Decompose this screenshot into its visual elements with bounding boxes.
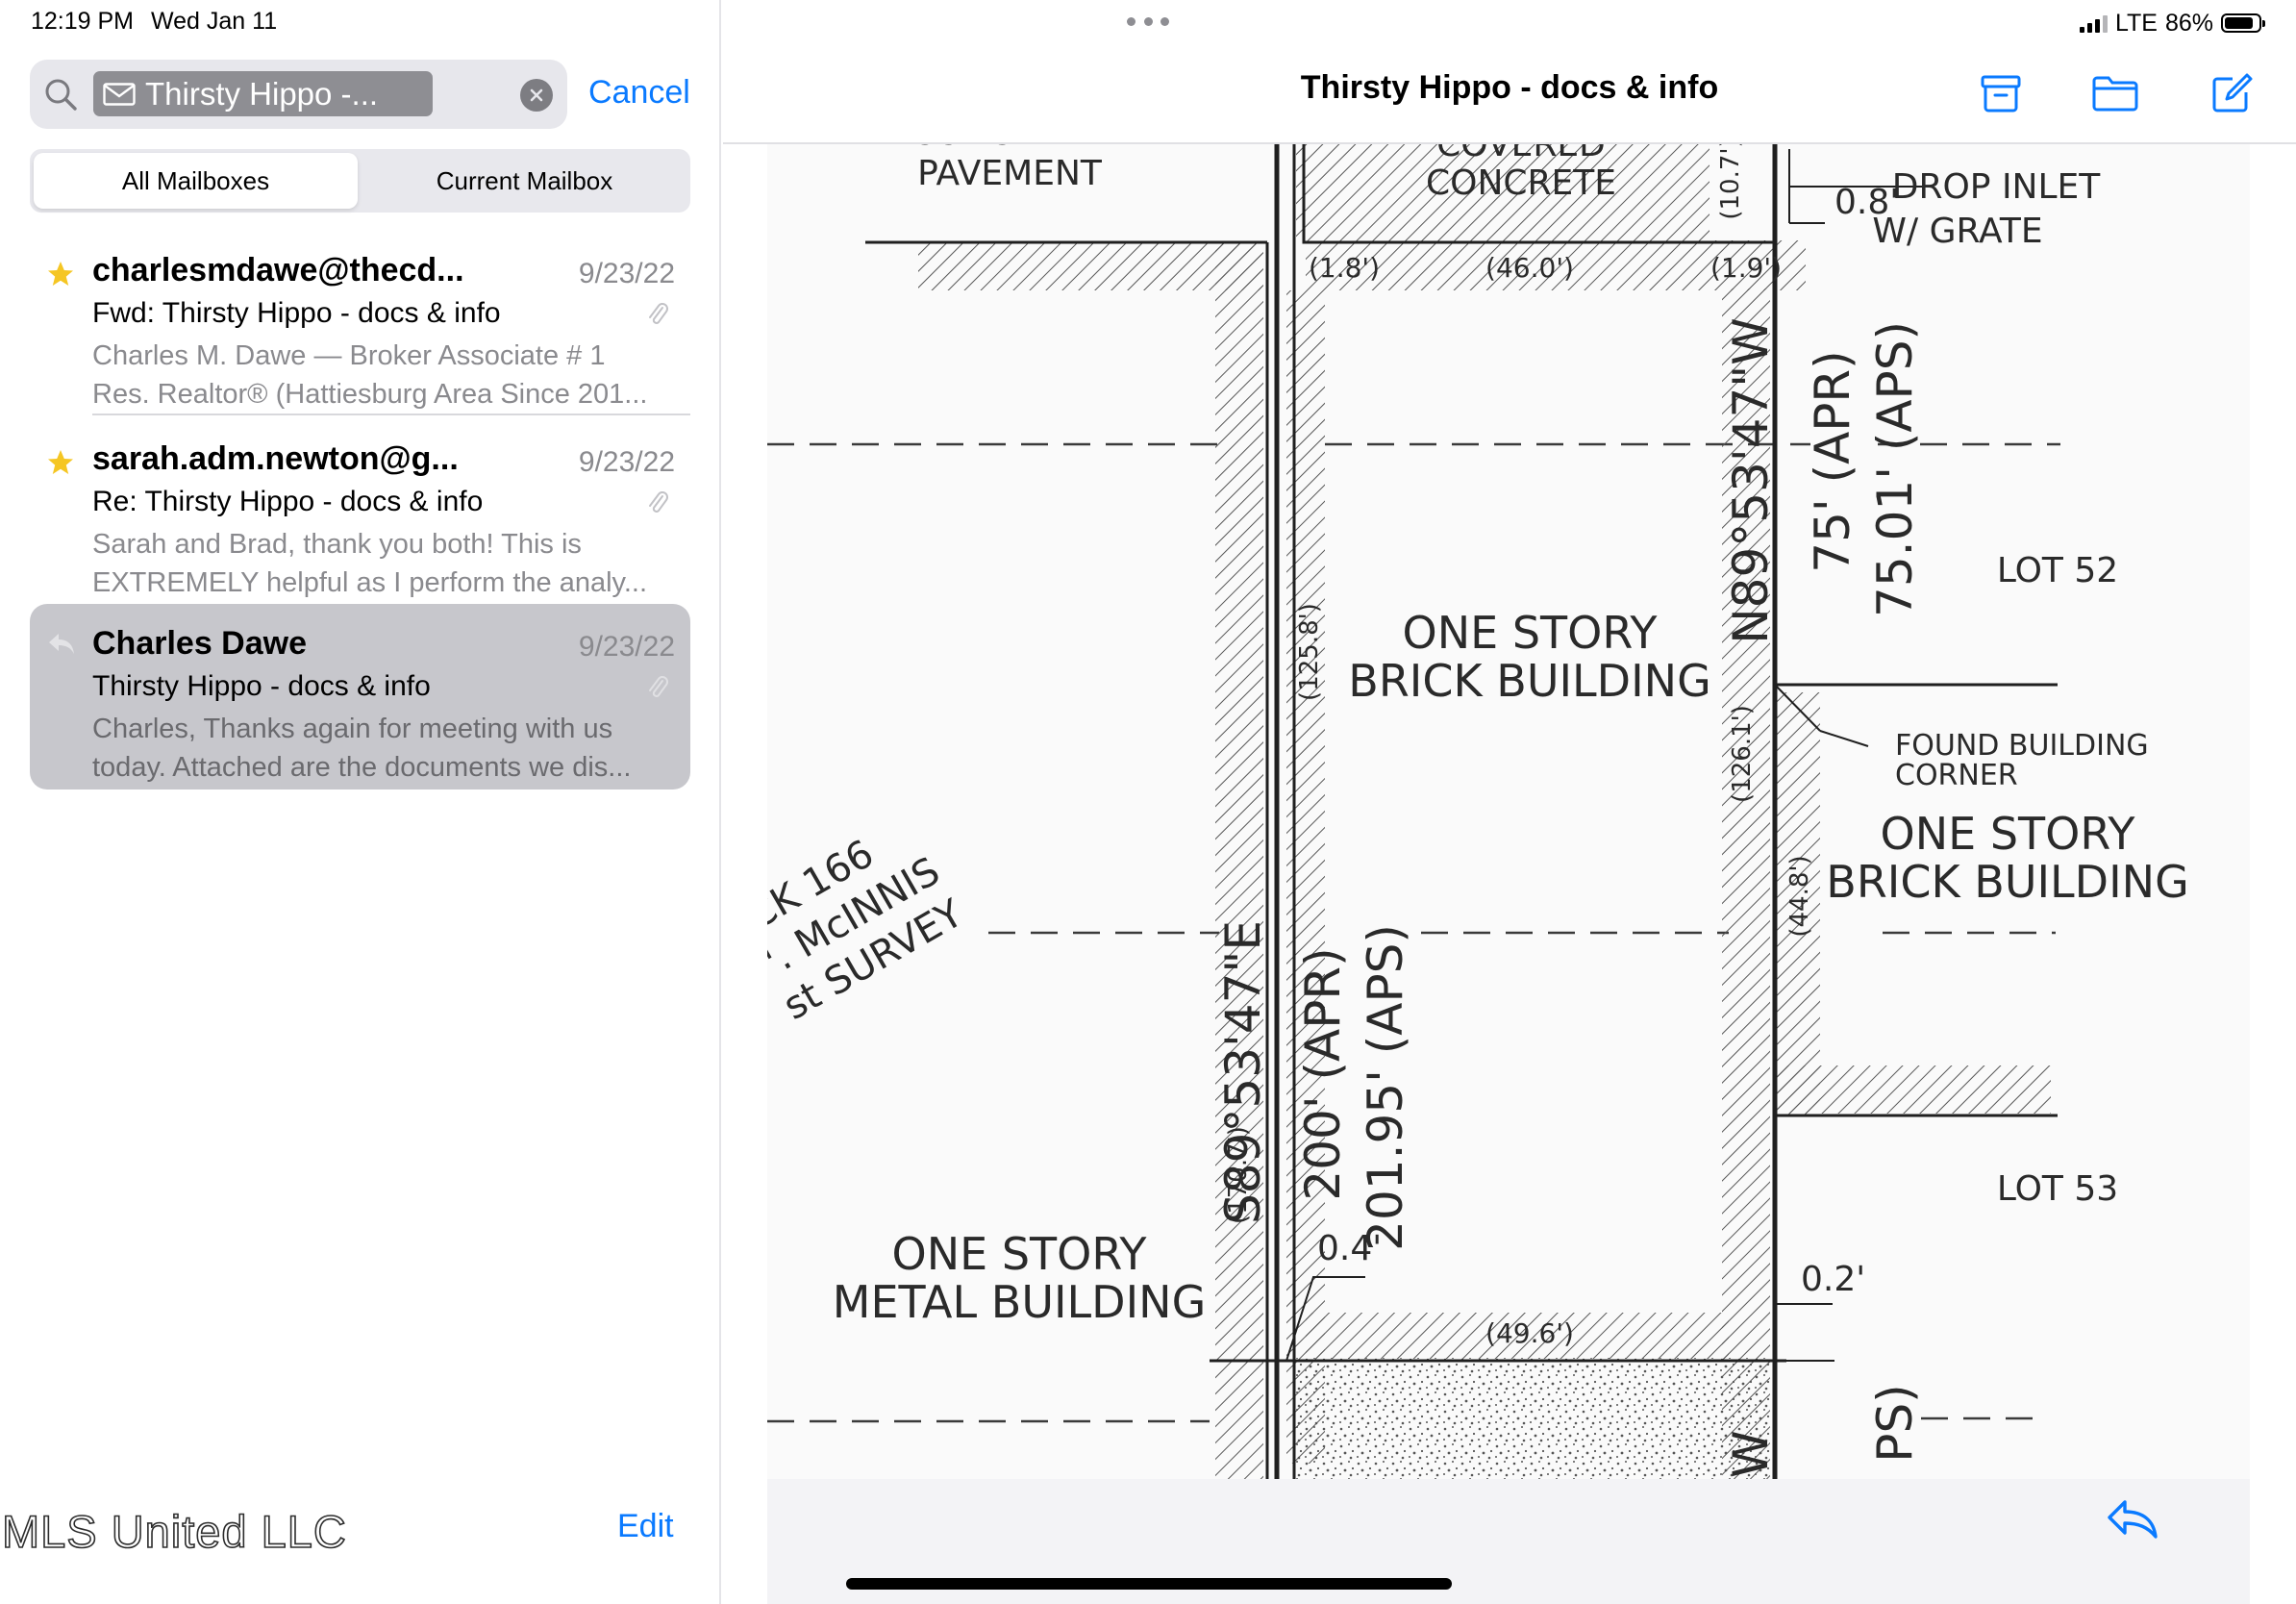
message-sender: sarah.adm.newton@g... <box>92 440 459 477</box>
paperclip-icon <box>649 491 668 513</box>
offset-0-4: 0.4' <box>1317 1229 1382 1268</box>
label-one-story-center: ONE STORY <box>1403 607 1659 659</box>
scope-all-mailboxes[interactable]: All Mailboxes <box>34 153 358 209</box>
mcinnis-label: CK 166 '. McINNIS st SURVEY <box>767 832 971 1029</box>
search-field[interactable]: Thirsty Hippo -... <box>30 60 567 129</box>
dim-46-0: (46.0') <box>1485 252 1574 284</box>
message-row[interactable]: charlesmdawe@thecd... 9/23/22 Fwd: Thirs… <box>30 231 690 416</box>
cellular-signal-icon <box>2079 13 2108 33</box>
watermark: MLS United LLC <box>1 1505 347 1558</box>
search-icon <box>45 79 77 111</box>
close-icon <box>530 88 543 102</box>
label-corner: CORNER <box>1895 759 2018 792</box>
label-one-story-left: ONE STORY <box>892 1228 1148 1280</box>
archive-icon[interactable] <box>1979 71 2023 115</box>
network-label: LTE <box>2114 9 2158 37</box>
label-one-story-right: ONE STORY <box>1881 808 2136 860</box>
label-concrete: CONCRETE <box>1426 163 1616 203</box>
label-pavement: PAVEMENT <box>917 154 1103 193</box>
dim-44-8: (44.8') <box>1785 855 1814 937</box>
cancel-button[interactable]: Cancel <box>588 74 690 112</box>
home-indicator[interactable] <box>846 1578 1452 1590</box>
dim-1-8: (1.8') <box>1309 252 1380 284</box>
message-title: Thirsty Hippo - docs & info <box>1300 69 1719 106</box>
folder-icon[interactable] <box>2091 71 2139 115</box>
message-preview: Sarah and Brad, thank you both! This is … <box>92 529 648 598</box>
search-token[interactable]: Thirsty Hippo -... <box>93 71 433 116</box>
dim-200-apr: 200' (APR) <box>1295 947 1351 1200</box>
dim-1-9: (1.9') <box>1710 252 1782 284</box>
dim-201-aps: 201.95' (APS) <box>1358 924 1413 1251</box>
dim-125-8: (125.8') <box>1295 603 1324 701</box>
label-found-building: FOUND BUILDING <box>1895 729 2149 763</box>
message-date: 9/23/22 <box>578 258 675 289</box>
survey-attachment-image[interactable]: CONCRETE PAVEMENT COVERED CONCRETE (10.7… <box>767 144 2250 1479</box>
message-sender: Charles Dawe <box>92 625 307 662</box>
battery-icon <box>2221 13 2265 33</box>
divider <box>92 414 690 415</box>
label-bottom-w: W <box>1723 1430 1779 1477</box>
dim-126-1: (126.1') <box>1728 705 1757 803</box>
label-drop-inlet: DROP INLET <box>1892 167 2102 207</box>
reply-icon[interactable] <box>2106 1496 2159 1541</box>
message-sender: charlesmdawe@thecd... <box>92 252 464 288</box>
paperclip-icon <box>649 303 668 324</box>
label-covered: COVERED <box>1436 144 1606 164</box>
stippled-concrete <box>1296 1358 1770 1479</box>
message-date: 9/23/22 <box>578 446 675 478</box>
dim-10-7: (10.7') <box>1716 144 1745 220</box>
search-scope-control: All Mailboxes Current Mailbox <box>30 149 690 213</box>
battery-percent: 86% <box>2164 9 2213 37</box>
message-date: 9/23/22 <box>578 631 675 663</box>
dim-170-7: (170.7') <box>1224 1126 1253 1224</box>
label-lot-52: LOT 52 <box>1997 551 2118 590</box>
paperclip-icon <box>649 676 668 697</box>
replied-icon <box>49 634 74 654</box>
message-subject: Thirsty Hippo - docs & info <box>92 670 431 702</box>
dim-75-apr: 75' (APR) <box>1805 350 1860 572</box>
star-icon <box>48 262 73 286</box>
search-token-label: Thirsty Hippo -... <box>145 76 379 112</box>
multitasking-dots-icon[interactable] <box>1127 17 1169 29</box>
label-metal-building: METAL BUILDING <box>833 1276 1206 1328</box>
label-bottom-ps: PS) <box>1867 1384 1923 1462</box>
message-row-selected[interactable]: Charles Dawe 9/23/22 Thirsty Hippo - doc… <box>30 604 690 789</box>
edit-button[interactable]: Edit <box>617 1508 674 1545</box>
mailbox-sidebar: Thirsty Hippo -... Cancel All Mailboxes … <box>0 0 721 1604</box>
label-brick-building-center: BRICK BUILDING <box>1348 655 1710 707</box>
label-pavement-top: CONCRETE <box>911 144 1101 153</box>
message-preview: Charles M. Dawe — Broker Associate # 1 R… <box>92 340 648 410</box>
dim-75-aps: 75.01' (APS) <box>1867 321 1923 617</box>
star-icon <box>48 450 73 474</box>
label-lot-53: LOT 53 <box>1997 1169 2118 1209</box>
status-indicators: LTE 86% <box>2079 8 2265 38</box>
label-grate: W/ GRATE <box>1872 212 2042 251</box>
message-row[interactable]: sarah.adm.newton@g... 9/23/22 Re: Thirst… <box>30 419 690 605</box>
envelope-icon <box>103 82 136 106</box>
bearing-east-line: N89°53'47"W <box>1723 317 1779 643</box>
label-brick-building-right: BRICK BUILDING <box>1826 856 2188 908</box>
message-subject: Re: Thirsty Hippo - docs & info <box>92 486 484 517</box>
offset-0-2: 0.2' <box>1801 1260 1865 1299</box>
compose-icon[interactable] <box>2209 71 2254 115</box>
scope-current-mailbox[interactable]: Current Mailbox <box>362 153 686 209</box>
dim-49-6: (49.6') <box>1485 1317 1574 1349</box>
message-preview: Charles, Thanks again for meeting with u… <box>92 714 632 783</box>
message-subject: Fwd: Thirsty Hippo - docs & info <box>92 297 501 329</box>
clear-search-button[interactable] <box>520 79 553 112</box>
